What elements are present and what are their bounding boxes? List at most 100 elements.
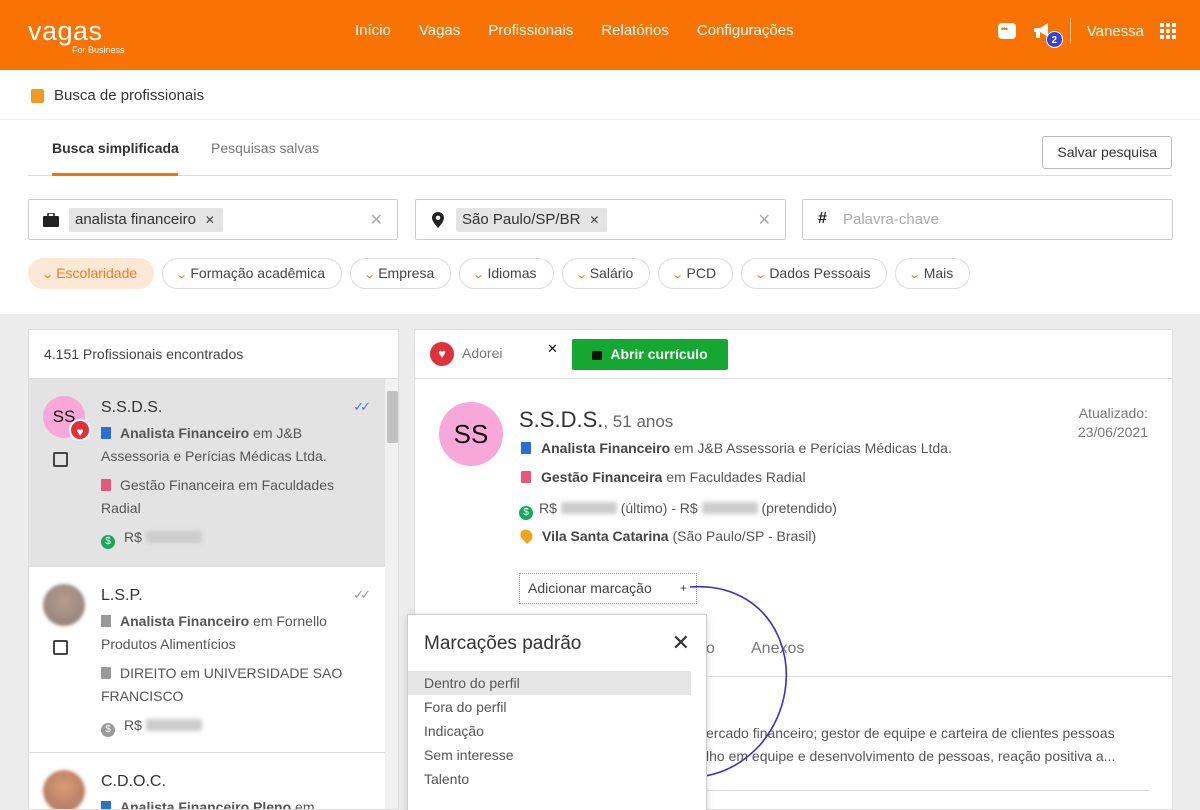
notification-count-badge: 2 <box>1045 31 1063 48</box>
contact-card-icon <box>31 89 44 103</box>
summary-line: ercado financeiro; gestor de equipe e ca… <box>706 725 1115 741</box>
chevron-down-icon: ⌄ <box>41 269 55 281</box>
updated-date: 23/06/2021 <box>1077 424 1148 440</box>
position-clear-icon[interactable]: ✕ <box>370 210 383 230</box>
select-checkbox[interactable] <box>53 640 68 655</box>
nav-inicio[interactable]: Início <box>355 22 391 39</box>
money-icon: $ <box>101 535 115 549</box>
filter-empresa[interactable]: ⌄ Empresa <box>350 258 452 289</box>
avatar: SS <box>439 402 503 466</box>
job-line: Analista Financeiro Pleno em <box>101 796 363 810</box>
location-line: Vila Santa Catarina (São Paulo/SP - Bras… <box>518 527 817 544</box>
top-bar: vagas For Business Início Vagas Profissi… <box>0 0 1200 70</box>
tab-busca-simplificada[interactable]: Busca simplificada <box>52 140 179 156</box>
filter-label: Salário <box>589 265 634 281</box>
add-tag-label: Adicionar marcação <box>528 580 652 596</box>
tab-partial[interactable]: o <box>706 640 715 658</box>
book-icon <box>521 471 531 483</box>
briefcase-icon <box>43 213 59 227</box>
blurred-salary <box>145 719 202 731</box>
building-icon <box>101 801 111 809</box>
results-scrollbar[interactable] <box>385 379 398 809</box>
popup-title: Marcações padrão <box>424 633 582 654</box>
active-tab-indicator <box>52 173 178 176</box>
position-chip-label: analista financeiro <box>75 211 196 228</box>
education-text: DIREITO em UNIVERSIDADE SAO FRANCISCO <box>101 665 343 704</box>
job-line: Analista Financeiro em J&B Assessoria e … <box>521 440 952 456</box>
nav-relatorios[interactable]: Relatórios <box>601 22 669 39</box>
result-card[interactable]: L.S.P. ✓✓ Analista Financeiro em Fornell… <box>29 567 385 753</box>
position-field[interactable]: analista financeiro ✕ ✕ <box>28 199 398 240</box>
location-field[interactable]: São Paulo/SP/BR ✕ ✕ <box>415 199 786 240</box>
heart-icon[interactable]: ♥ <box>430 342 454 366</box>
location-chip-remove-icon[interactable]: ✕ <box>589 213 599 227</box>
select-checkbox[interactable] <box>53 452 68 467</box>
job-title: Analista Financeiro Pleno <box>120 799 292 810</box>
scroll-thumb[interactable] <box>387 391 398 443</box>
salary-line: $ R$ (último) - R$ (pretendido) <box>519 500 837 520</box>
tab-pesquisas-salvas[interactable]: Pesquisas salvas <box>211 140 319 156</box>
add-tag-button[interactable]: Adicionar marcação + <box>519 573 697 604</box>
dismiss-icon[interactable]: ✕ <box>547 341 558 357</box>
filter-bar: ⌄ Escolaridade ⌄ Formação acadêmica ⌄ Empre… <box>28 258 971 289</box>
open-resume-button[interactable]: Abrir currículo <box>572 339 728 370</box>
filter-mais[interactable]: ⌄ Mais <box>895 258 971 289</box>
candidate-name: S.S.D.S. <box>101 399 163 416</box>
result-card[interactable]: C.D.O.C. Analista Financeiro Pleno em <box>29 753 385 810</box>
top-right-actions: 2 Vanessa <box>997 18 1176 48</box>
filter-pcd[interactable]: ⌄ PCD <box>658 258 734 289</box>
education-line: Gestão Financeira em Faculdades Radial <box>521 469 806 485</box>
plus-icon: + <box>679 581 687 595</box>
save-search-button[interactable]: Salvar pesquisa <box>1042 136 1172 169</box>
building-icon <box>101 615 111 627</box>
filter-salario[interactable]: ⌄ Salário <box>561 258 651 289</box>
notifications-button[interactable]: 2 <box>1032 21 1063 48</box>
keyword-placeholder: Palavra-chave <box>843 211 939 228</box>
adorei-label[interactable]: Adorei <box>462 345 502 361</box>
location-pin-icon <box>432 212 444 228</box>
job-title: Analista Financeiro <box>120 613 250 629</box>
heart-icon: ♥ <box>69 419 91 441</box>
user-name[interactable]: Vanessa <box>1087 23 1144 40</box>
chat-icon[interactable] <box>997 23 1016 39</box>
nav-configuracoes[interactable]: Configurações <box>697 22 794 39</box>
filter-label: PCD <box>686 265 717 281</box>
filter-dados-pessoais[interactable]: ⌄ Dados Pessoais <box>741 258 888 289</box>
filter-escolaridade[interactable]: ⌄ Escolaridade <box>28 258 155 289</box>
filter-formacao-academica[interactable]: ⌄ Formação acadêmica <box>162 258 342 289</box>
vagas-logo[interactable]: vagas For Business <box>28 18 125 56</box>
keyword-field[interactable]: # Palavra-chave <box>802 199 1173 240</box>
tag-option-talento[interactable]: Talento <box>408 767 691 791</box>
tag-option-indicacao[interactable]: Indicação <box>408 719 691 743</box>
money-icon: $ <box>519 506 533 520</box>
chevron-down-icon: ⌄ <box>574 269 588 281</box>
tab-anexos[interactable]: Anexos <box>751 640 804 658</box>
apps-grid-icon[interactable] <box>1160 23 1176 39</box>
candidate-name: L.S.P. <box>101 587 143 604</box>
tag-option-dentro-do-perfil[interactable]: Dentro do perfil <box>408 671 691 695</box>
salary-line: $ R$ <box>101 714 363 737</box>
candidate-name: S.S.D.S., 51 anos <box>519 407 673 433</box>
page-header: Busca de profissionais <box>0 70 1200 120</box>
book-icon <box>101 667 111 679</box>
building-icon <box>521 442 531 454</box>
job-line: Analista Financeiro em J&B Assessoria e … <box>101 422 363 468</box>
location-city: (São Paulo/SP - Brasil) <box>668 528 817 544</box>
currency: R$ <box>124 717 142 733</box>
close-icon[interactable]: ✕ <box>672 632 690 654</box>
currency: R$ <box>539 500 557 516</box>
page-title: Busca de profissionais <box>54 87 205 104</box>
detail-toolbar: ♥ Adorei ✕ Abrir currículo <box>415 330 1172 379</box>
nav-vagas[interactable]: Vagas <box>419 22 460 39</box>
chevron-down-icon: ⌄ <box>754 269 768 281</box>
name-text: S.S.D.S. <box>519 407 604 432</box>
position-chip-remove-icon[interactable]: ✕ <box>205 213 215 227</box>
tag-option-sem-interesse[interactable]: Sem interesse <box>408 743 691 767</box>
result-card[interactable]: SS ♥ S.S.D.S. ✓✓ Analista Financeiro em … <box>29 379 385 567</box>
tag-option-fora-do-perfil[interactable]: Fora do perfil <box>408 695 691 719</box>
main-nav: Início Vagas Profissionais Relatórios Co… <box>355 22 794 39</box>
education-institution: em Faculdades Radial <box>662 469 806 485</box>
location-clear-icon[interactable]: ✕ <box>758 210 771 230</box>
nav-profissionais[interactable]: Profissionais <box>488 22 573 39</box>
filter-idiomas[interactable]: ⌄ Idiomas <box>459 258 554 289</box>
